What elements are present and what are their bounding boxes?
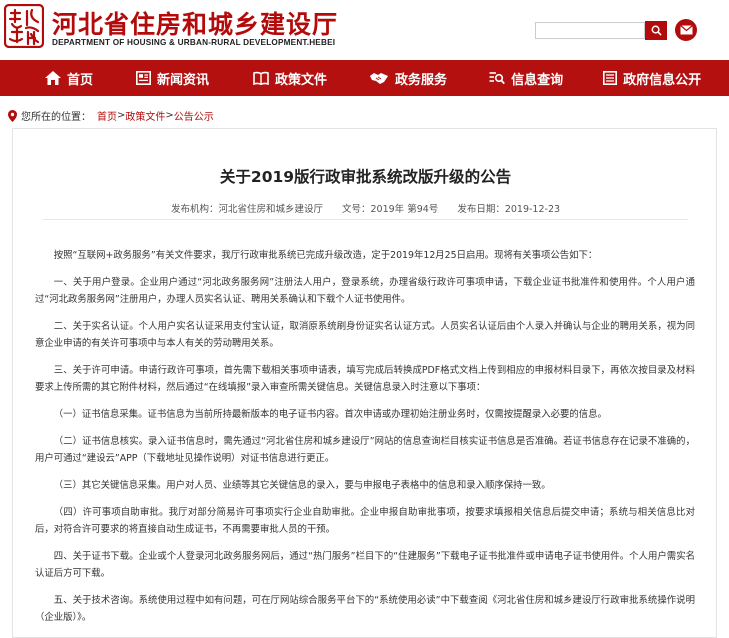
nav-item-query[interactable]: 信息查询 (489, 60, 563, 96)
nav-item-label: 政策文件 (275, 72, 328, 88)
nav-item-services[interactable]: 政务服务 (369, 60, 447, 96)
nav-item-label: 新闻资讯 (157, 72, 210, 88)
seal-logo-icon[interactable] (4, 4, 44, 48)
nav-item-label: 信息查询 (511, 72, 564, 88)
breadcrumb: 您所在的位置： 首页 > 政策文件 > 公告公示 (8, 108, 214, 123)
article-paragraph: 二、关于实名认证。个人用户实名认证采用支付宝认证，取消原系统刷身份证实名认证方式… (35, 321, 695, 349)
nav-item-policy[interactable]: 政策文件 (253, 60, 327, 96)
article-paragraph: （三）其它关键信息采集。用户对人员、业绩等其它关键信息的录入，要与申报电子表格中… (53, 480, 551, 491)
home-icon (45, 71, 61, 85)
breadcrumb-separator: > (117, 110, 126, 121)
breadcrumb-policy[interactable]: 政策文件 (125, 108, 165, 123)
nav-item-label: 首页 (67, 72, 94, 88)
breadcrumb-home[interactable]: 首页 (97, 108, 117, 123)
divider (43, 219, 688, 220)
breadcrumb-separator: > (165, 110, 174, 121)
article-title: 关于2019版行政审批系统改版升级的公告 (219, 168, 512, 186)
article-meta: 发布机构：河北省住房和城乡建设厅 文号：2019年 第94号 发布日期：2019… (13, 201, 718, 215)
search-list-icon (489, 72, 505, 85)
article-paragraph: 一、关于用户登录。企业用户通过“河北政务服务网”注册法人用户，登录系统，办理省级… (35, 277, 695, 305)
article-paragraph: 四、关于证书下载。企业或个人登录河北政务服务网后，通过“热门服务”栏目下的“住建… (35, 551, 695, 579)
location-pin-icon (8, 109, 17, 122)
search-icon (651, 25, 662, 36)
search-button[interactable] (645, 21, 667, 40)
article-paragraph: 三、关于许可申请。申请行政许可事项，首先需下载相关事项申请表，填写完成后转换成P… (35, 365, 695, 393)
article-doc-number: 文号：2019年 第94号 (342, 204, 439, 215)
mail-icon (679, 25, 693, 35)
main-nav: 首页 新闻资讯 政策文件 政务服务 信息查询 政府信息公开 (0, 60, 729, 96)
article-paragraph: 按照“互联网+政务服务”有关文件要求，我厅行政审批系统已完成升级改造，定于201… (53, 250, 598, 261)
nav-item-home[interactable]: 首页 (45, 60, 93, 96)
nav-item-news[interactable]: 新闻资讯 (136, 60, 209, 96)
article-body: 按照“互联网+政务服务”有关文件要求，我厅行政审批系统已完成升级改造，定于201… (35, 247, 695, 636)
breadcrumb-notice[interactable]: 公告公示 (174, 108, 214, 123)
article-paragraph: 五、关于技术咨询。系统使用过程中如有问题，可在厅网站综合服务平台下的“系统使用必… (35, 595, 695, 623)
search-input[interactable] (535, 22, 645, 39)
handshake-icon (370, 73, 389, 84)
mail-button[interactable] (675, 19, 697, 41)
book-icon (253, 71, 269, 85)
breadcrumb-prefix: 您所在的位置： (21, 112, 91, 123)
article-date: 发布日期：2019-12-23 (457, 204, 561, 215)
article-paragraph: （一）证书信息采集。证书信息为当前所持最新版本的电子证书内容。首次申请或办理初始… (53, 409, 607, 420)
article-paragraph: （二）证书信息核实。录入证书信息时，需先通过“河北省住房和城乡建设厅”网站的信息… (35, 436, 695, 464)
document-list-icon (603, 71, 618, 85)
article-publisher: 发布机构：河北省住房和城乡建设厅 (170, 204, 323, 215)
site-header: 河北省住房和城乡建设厅 DEPARTMENT OF HOUSING & URBA… (0, 0, 729, 60)
site-title[interactable]: 河北省住房和城乡建设厅 (52, 5, 338, 41)
newspaper-icon (136, 71, 152, 85)
article-paragraph: （四）许可事项自助审批。我厅对部分简易许可事项实行企业自助审批。企业申报自助审批… (35, 507, 695, 535)
nav-item-gov-info[interactable]: 政府信息公开 (603, 60, 701, 96)
nav-item-label: 政务服务 (395, 72, 448, 88)
nav-item-label: 政府信息公开 (623, 72, 702, 88)
site-subtitle: DEPARTMENT OF HOUSING & URBAN-RURAL DEVE… (52, 38, 336, 47)
article-panel: 关于2019版行政审批系统改版升级的公告 发布机构：河北省住房和城乡建设厅 文号… (12, 128, 717, 638)
